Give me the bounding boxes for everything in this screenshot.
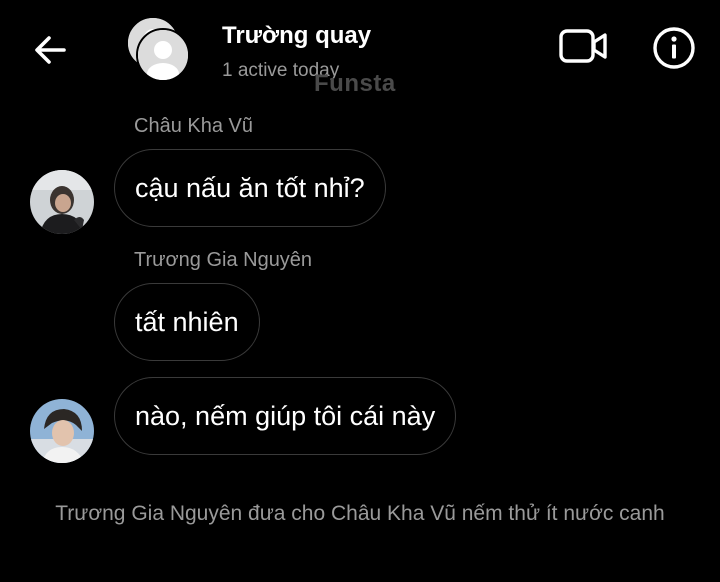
default-avatar-icon — [136, 28, 190, 82]
avatar[interactable] — [30, 170, 94, 234]
back-arrow-icon[interactable] — [30, 30, 70, 70]
system-message: Trương Gia Nguyên đưa cho Châu Kha Vũ nế… — [55, 502, 665, 525]
message-bubble[interactable]: tất nhiên — [114, 283, 260, 361]
chat-screen: Trường quay 1 active today Funsta Châu K… — [0, 0, 720, 582]
video-call-icon[interactable] — [558, 26, 610, 68]
group-avatar[interactable] — [124, 16, 196, 84]
message-bubble[interactable]: cậu nấu ăn tốt nhỉ? — [114, 149, 386, 227]
message-bubble[interactable]: nào, nếm giúp tôi cái này — [114, 377, 457, 455]
chat-title[interactable]: Trường quay — [222, 22, 371, 50]
sender-name: Trương Gia Nguyên — [134, 249, 313, 271]
avatar[interactable] — [30, 399, 94, 463]
info-icon[interactable] — [652, 26, 696, 70]
watermark: Funsta — [314, 70, 396, 97]
sender-name: Châu Kha Vũ — [134, 115, 253, 137]
